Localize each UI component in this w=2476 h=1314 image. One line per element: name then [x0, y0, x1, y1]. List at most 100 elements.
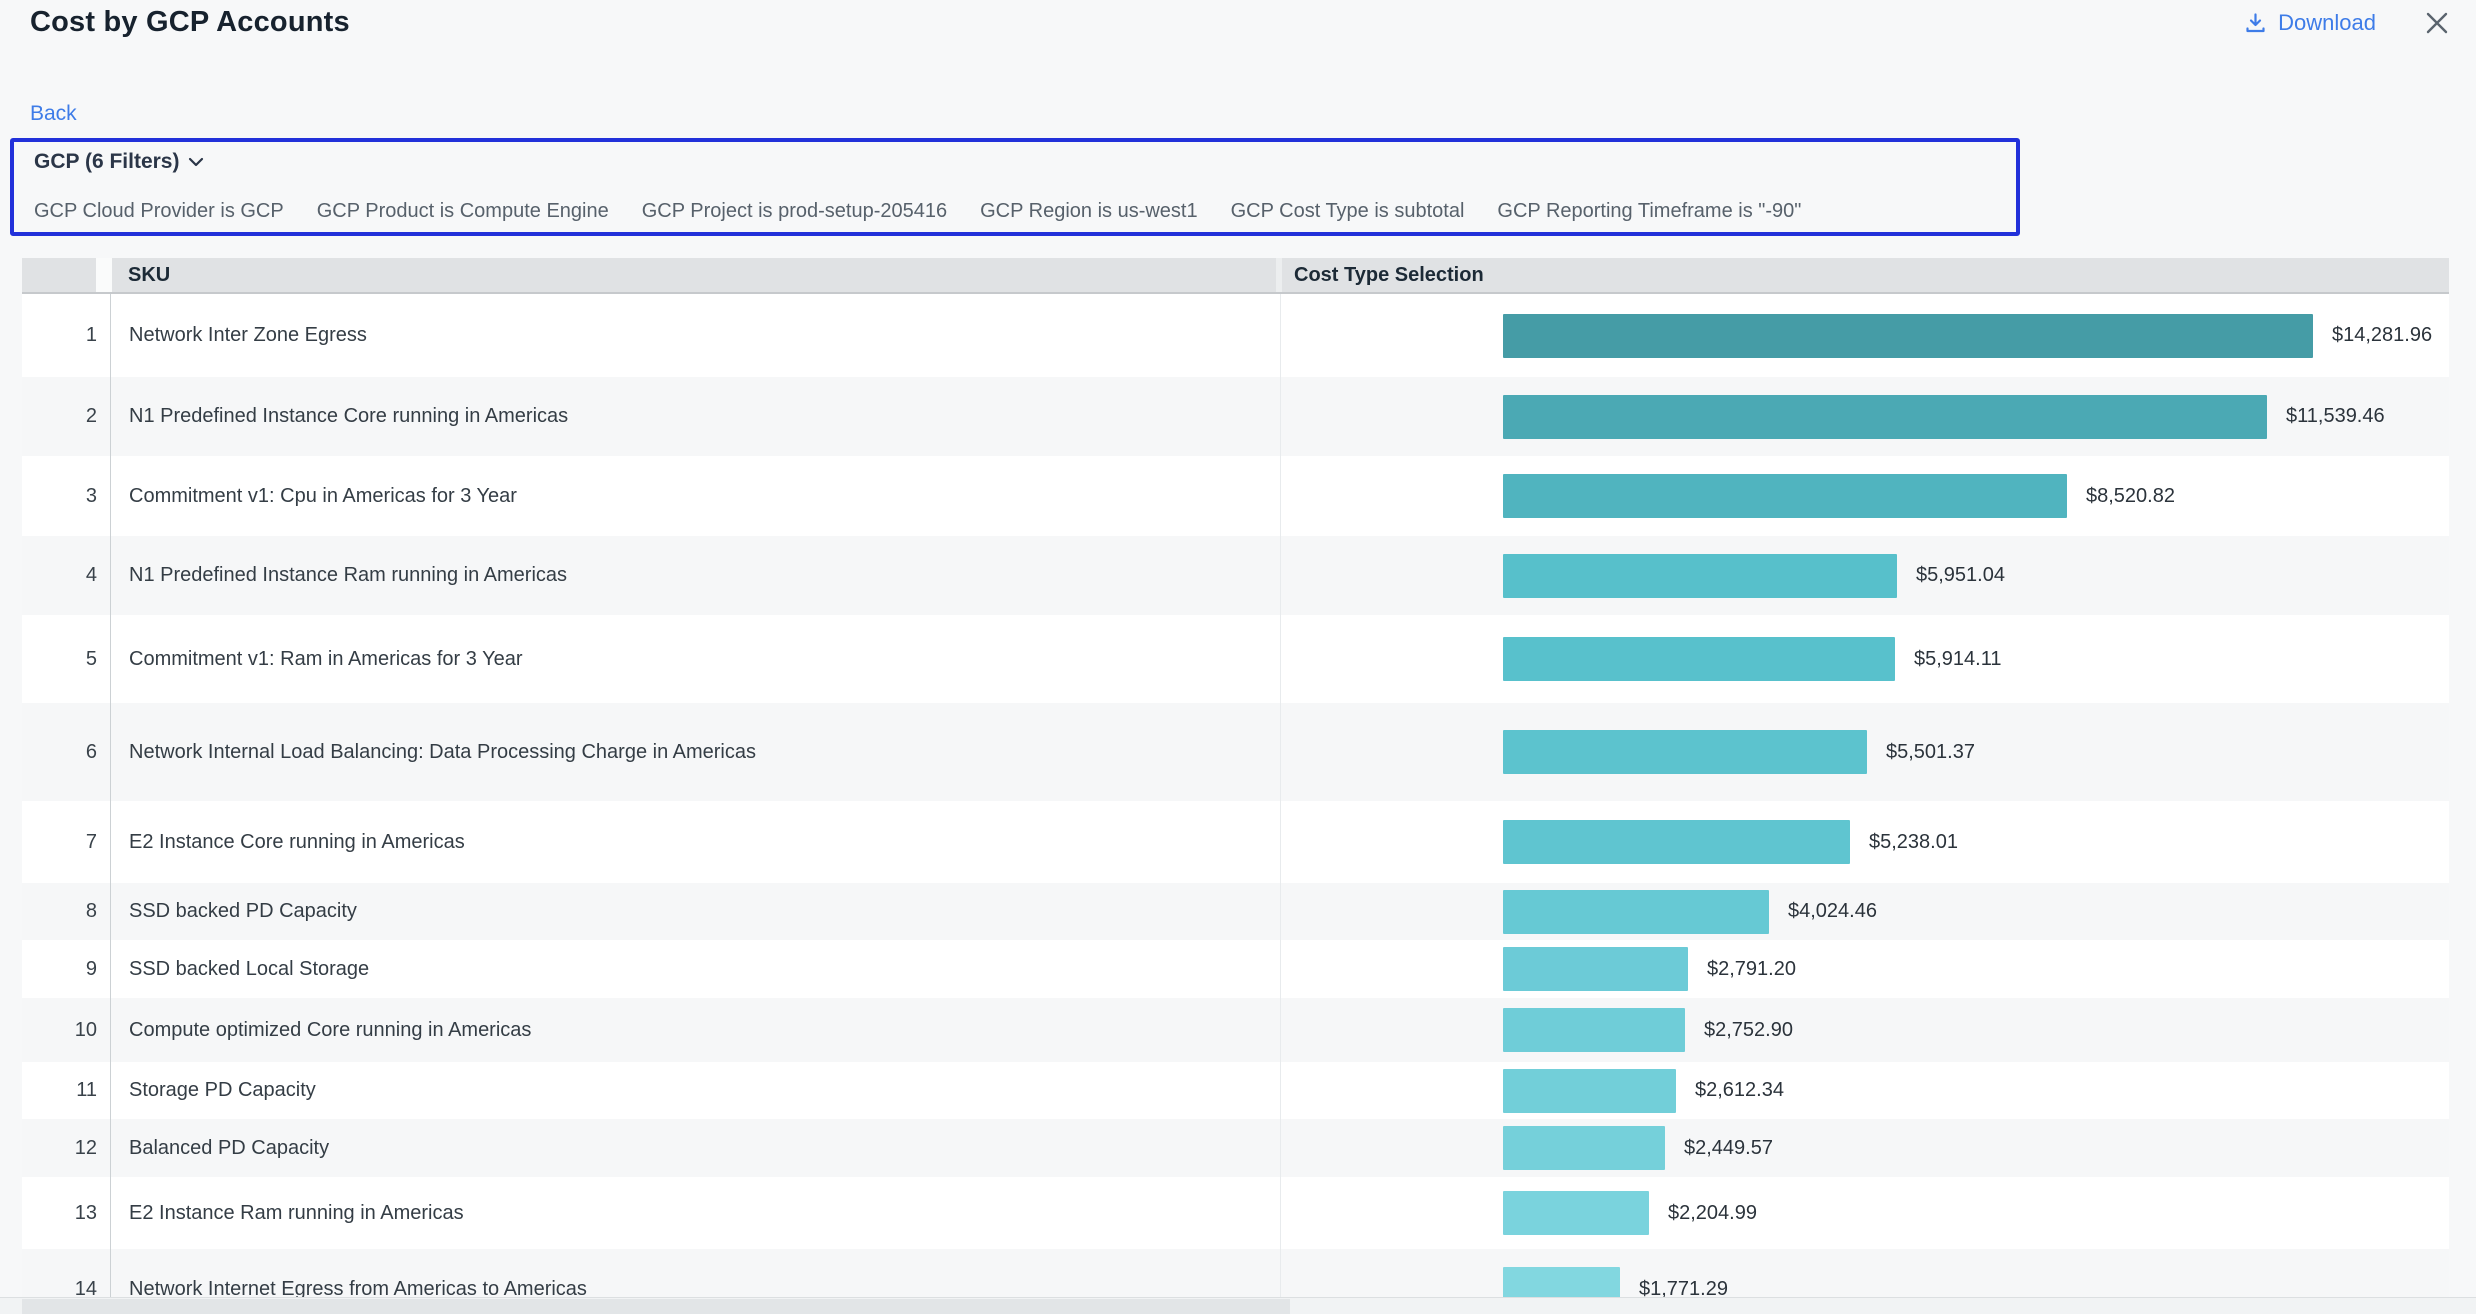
- row-bar: [1503, 1267, 1620, 1297]
- table-row: 14 Network Internet Egress from Americas…: [22, 1249, 2449, 1297]
- row-value: $5,501.37: [1886, 741, 1975, 764]
- header-gap: [96, 258, 112, 292]
- row-bar: [1503, 554, 1897, 598]
- table-row: 13 E2 Instance Ram running in Americas $…: [22, 1177, 2449, 1249]
- row-value: $5,951.04: [1916, 564, 2005, 587]
- filter-chip[interactable]: GCP Cost Type is subtotal: [1231, 200, 1465, 223]
- row-sku: N1 Predefined Instance Core running in A…: [110, 377, 1280, 456]
- row-sku: Commitment v1: Ram in Americas for 3 Yea…: [110, 615, 1280, 703]
- row-value: $5,914.11: [1914, 648, 2002, 671]
- column-header-cost-type-selection: Cost Type Selection: [1294, 264, 1484, 287]
- filter-summary-label: GCP (6 Filters): [34, 150, 179, 174]
- row-value: $11,539.46: [2286, 405, 2385, 428]
- row-bar: [1503, 820, 1850, 864]
- row-value: $2,612.34: [1695, 1079, 1784, 1102]
- row-sku: Balanced PD Capacity: [110, 1119, 1280, 1177]
- row-sku: Network Internet Egress from Americas to…: [110, 1249, 1280, 1297]
- horizontal-scrollbar-thumb[interactable]: [22, 1299, 1290, 1314]
- filter-panel: GCP (6 Filters) GCP Cloud Provider is GC…: [10, 138, 2020, 236]
- row-bar: [1503, 730, 1867, 774]
- row-rank: 3: [22, 456, 110, 536]
- row-rank: 6: [22, 703, 110, 801]
- table-row: 10 Compute optimized Core running in Ame…: [22, 998, 2449, 1062]
- row-bar-cell: $2,612.34: [1280, 1062, 2449, 1119]
- row-bar-cell: $11,539.46: [1280, 377, 2449, 456]
- download-icon: [2244, 12, 2267, 35]
- row-bar-cell: $14,281.96: [1280, 294, 2449, 377]
- filter-chip[interactable]: GCP Cloud Provider is GCP: [34, 200, 284, 223]
- row-sku: Storage PD Capacity: [110, 1062, 1280, 1119]
- close-icon: [2424, 10, 2450, 36]
- row-value: $2,449.57: [1684, 1137, 1773, 1160]
- row-bar: [1503, 1126, 1665, 1170]
- row-bar: [1503, 637, 1895, 681]
- row-bar: [1503, 314, 2313, 358]
- filter-chips: GCP Cloud Provider is GCP GCP Product is …: [34, 200, 1801, 223]
- row-value: $2,752.90: [1704, 1019, 1793, 1042]
- row-bar: [1503, 890, 1769, 934]
- row-rank: 8: [22, 883, 110, 940]
- row-bar: [1503, 395, 2267, 439]
- row-bar-cell: $1,771.29: [1280, 1249, 2449, 1297]
- table-row: 6 Network Internal Load Balancing: Data …: [22, 703, 2449, 801]
- row-sku: SSD backed Local Storage: [110, 940, 1280, 998]
- row-rank: 1: [22, 294, 110, 377]
- filter-chip[interactable]: GCP Region is us-west1: [980, 200, 1198, 223]
- row-value: $2,204.99: [1668, 1202, 1757, 1225]
- filter-chip[interactable]: GCP Project is prod-setup-205416: [642, 200, 947, 223]
- table-row: 12 Balanced PD Capacity $2,449.57: [22, 1119, 2449, 1177]
- row-rank: 13: [22, 1177, 110, 1249]
- row-sku: N1 Predefined Instance Ram running in Am…: [110, 536, 1280, 615]
- row-rank: 9: [22, 940, 110, 998]
- row-bar-cell: $5,914.11: [1280, 615, 2449, 703]
- row-sku: Network Internal Load Balancing: Data Pr…: [110, 703, 1280, 801]
- row-bar: [1503, 474, 2067, 518]
- row-value: $4,024.46: [1788, 900, 1877, 923]
- row-bar-cell: $2,791.20: [1280, 940, 2449, 998]
- row-rank: 10: [22, 998, 110, 1062]
- row-rank: 12: [22, 1119, 110, 1177]
- row-bar-cell: $2,449.57: [1280, 1119, 2449, 1177]
- row-value: $14,281.96: [2332, 324, 2432, 347]
- row-sku: Commitment v1: Cpu in Americas for 3 Yea…: [110, 456, 1280, 536]
- filter-chip[interactable]: GCP Reporting Timeframe is "-90": [1497, 200, 1801, 223]
- horizontal-scrollbar-track: [0, 1297, 2476, 1314]
- table-body: 1 Network Inter Zone Egress $14,281.96 2…: [22, 294, 2449, 1297]
- header-gap-2: [1276, 258, 1282, 292]
- back-link[interactable]: Back: [30, 102, 77, 126]
- close-button[interactable]: [2422, 8, 2452, 38]
- page-title: Cost by GCP Accounts: [30, 6, 350, 39]
- row-sku: Compute optimized Core running in Americ…: [110, 998, 1280, 1062]
- download-label: Download: [2278, 10, 2376, 36]
- row-rank: 14: [22, 1249, 110, 1297]
- topbar-actions: Download: [2244, 8, 2452, 38]
- row-value: $5,238.01: [1869, 831, 1958, 854]
- row-bar-cell: $8,520.82: [1280, 456, 2449, 536]
- row-bar-cell: $4,024.46: [1280, 883, 2449, 940]
- row-bar-cell: $5,501.37: [1280, 703, 2449, 801]
- row-value: $8,520.82: [2086, 485, 2175, 508]
- table-row: 11 Storage PD Capacity $2,612.34: [22, 1062, 2449, 1119]
- row-value: $1,771.29: [1639, 1278, 1728, 1298]
- row-bar: [1503, 1008, 1685, 1052]
- row-value: $2,791.20: [1707, 958, 1796, 981]
- row-bar-cell: $5,951.04: [1280, 536, 2449, 615]
- chevron-down-icon: [188, 157, 204, 167]
- filter-chip[interactable]: GCP Product is Compute Engine: [317, 200, 609, 223]
- table-row: 8 SSD backed PD Capacity $4,024.46: [22, 883, 2449, 940]
- row-rank: 5: [22, 615, 110, 703]
- row-bar-cell: $2,752.90: [1280, 998, 2449, 1062]
- row-rank: 11: [22, 1062, 110, 1119]
- table-row: 1 Network Inter Zone Egress $14,281.96: [22, 294, 2449, 377]
- filter-summary-toggle[interactable]: GCP (6 Filters): [34, 150, 204, 174]
- row-bar: [1503, 1069, 1676, 1113]
- row-rank: 7: [22, 801, 110, 883]
- cost-table: SKU Cost Type Selection 1 Network Inter …: [22, 258, 2449, 1297]
- row-sku: Network Inter Zone Egress: [110, 294, 1280, 377]
- row-bar-cell: $2,204.99: [1280, 1177, 2449, 1249]
- row-bar: [1503, 947, 1688, 991]
- table-row: 9 SSD backed Local Storage $2,791.20: [22, 940, 2449, 998]
- table-row: 7 E2 Instance Core running in Americas $…: [22, 801, 2449, 883]
- download-button[interactable]: Download: [2244, 10, 2376, 36]
- cost-panel: Cost by GCP Accounts Download Back GCP (…: [0, 0, 2476, 1314]
